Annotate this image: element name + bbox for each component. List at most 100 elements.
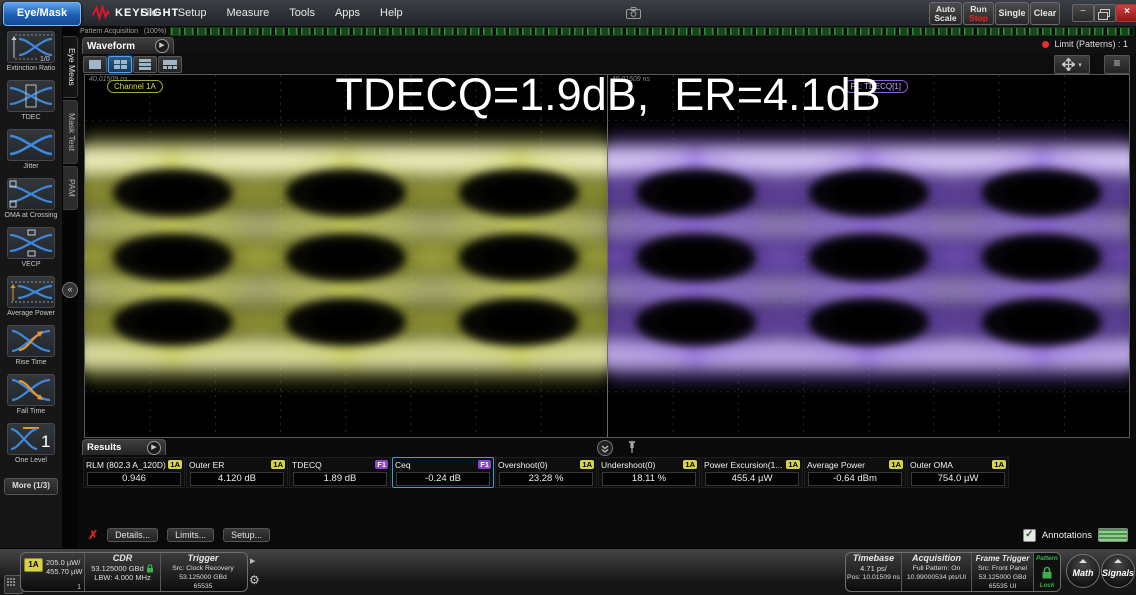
- result-outer-er[interactable]: Outer ER1A 4.120 dB: [186, 457, 288, 488]
- rise-time-icon: [7, 325, 55, 357]
- signals-label: Signals: [1102, 568, 1134, 578]
- eye-panel-f1-tdecq[interactable]: 40.01509 ns F1: TDECQ[1]: [607, 75, 1130, 437]
- sidebar-item-jitter[interactable]: Jitter: [2, 129, 60, 171]
- trigger-source: Src: Clock Recovery: [172, 564, 234, 573]
- limit-status-dot: [1042, 41, 1049, 48]
- acquisition-section[interactable]: Acquisition Full Pattern: On 10.99000534…: [902, 553, 972, 591]
- sidebar-collapse-button[interactable]: «: [62, 282, 78, 298]
- tab-pam[interactable]: PAM: [63, 166, 78, 210]
- result-overshoot[interactable]: Overshoot(0)1A 23.28 %: [495, 457, 597, 488]
- pattern-acquisition-label: Pattern Acquisition (100%): [80, 28, 166, 35]
- setup-button[interactable]: Setup...: [223, 528, 270, 542]
- result-tdecq[interactable]: TDECQF1 1.89 dB: [289, 457, 391, 488]
- trigger-section[interactable]: Trigger Src: Clock Recovery 53.125000 GB…: [161, 553, 245, 591]
- mode-tab-eye-mask[interactable]: Eye/Mask: [3, 2, 81, 26]
- source-badge: 1A: [683, 460, 697, 469]
- result-name: RLM (802.3 A_120D): [86, 460, 166, 470]
- sidebar-label: VECP: [2, 261, 60, 269]
- result-ceq[interactable]: CeqF1 -0.24 dB: [392, 457, 494, 488]
- vecp-icon: [7, 227, 55, 259]
- tab-eye-meas[interactable]: Eye Meas: [63, 36, 78, 98]
- menu-measure[interactable]: Measure: [226, 7, 269, 19]
- more-measurements-button[interactable]: More (1/3): [4, 478, 58, 495]
- result-name: Outer OMA: [910, 460, 953, 470]
- sidebar-item-average-power[interactable]: Average Power: [2, 276, 60, 318]
- remove-measurement-icon[interactable]: ✗: [88, 528, 98, 542]
- source-badge: 1A: [889, 460, 903, 469]
- frame-trigger-section[interactable]: Frame Trigger Src: Front Panel 53.125000…: [972, 553, 1034, 591]
- measurement-sidebar: 1/0 Extinction Ratio TDEC Jitter OMA at …: [0, 26, 62, 548]
- limits-button[interactable]: Limits...: [167, 528, 214, 542]
- channel-cdr-trigger-panel: 1A 205.0 µW/ 455.70 µW 1 CDR 53.125000 G…: [20, 552, 248, 592]
- pattern-lock-top-label: Pattern: [1036, 555, 1058, 562]
- result-power-excursion[interactable]: Power Excursion(1...1A 455.4 µW: [701, 457, 803, 488]
- measurement-results-row: RLM (802.3 A_120D)1A 0.946 Outer ER1A 4.…: [83, 457, 1131, 488]
- purple-eye-diagram: [608, 75, 1130, 437]
- eye-diagram-display: 40.01509 ns Channel 1A 40.01509 ns F1: T…: [84, 74, 1130, 438]
- close-button[interactable]: ×: [1116, 4, 1136, 22]
- minimize-button[interactable]: −: [1072, 4, 1094, 22]
- math-button[interactable]: Math: [1066, 554, 1100, 588]
- sidebar-item-rise-time[interactable]: Rise Time: [2, 325, 60, 367]
- settings-gear-icon[interactable]: ⚙: [249, 573, 260, 587]
- menu-tools[interactable]: Tools: [289, 7, 315, 19]
- camera-icon[interactable]: [626, 6, 641, 24]
- result-average-power[interactable]: Average Power1A -0.64 dBm: [804, 457, 906, 488]
- menu-setup[interactable]: Setup: [178, 7, 207, 19]
- result-undershoot[interactable]: Undershoot(0)1A 18.11 %: [598, 457, 700, 488]
- tdec-icon: [7, 80, 55, 112]
- restore-button[interactable]: [1094, 4, 1116, 22]
- source-badge: 1A: [580, 460, 594, 469]
- menu-file[interactable]: File: [140, 7, 158, 19]
- sidebar-label: Average Power: [2, 310, 60, 318]
- extinction-ratio-icon: 1/0: [7, 31, 55, 63]
- sidebar-item-extinction-ratio[interactable]: 1/0 Extinction Ratio: [2, 31, 60, 73]
- annotations-checkbox[interactable]: ✓: [1023, 529, 1036, 542]
- channel-badge: 1A: [24, 558, 43, 572]
- results-tab[interactable]: Results ▶: [82, 439, 166, 455]
- result-name: Outer ER: [189, 460, 224, 470]
- sidebar-label: TDEC: [2, 114, 60, 122]
- timebase-section[interactable]: Timebase 4.71 ps/ Pos: 10.01509 ns: [846, 553, 902, 591]
- acquisition-points: 10.99000534 pts/UI: [907, 573, 966, 582]
- result-rlm[interactable]: RLM (802.3 A_120D)1A 0.946: [83, 457, 185, 488]
- result-outer-oma[interactable]: Outer OMA1A 754.0 µW: [907, 457, 1009, 488]
- menu-help[interactable]: Help: [380, 7, 403, 19]
- chevron-up-icon: [1114, 559, 1122, 563]
- results-collapse-button[interactable]: [597, 440, 613, 456]
- clear-button[interactable]: Clear: [1030, 2, 1060, 25]
- sidebar-item-oma-at-crossing[interactable]: OMA at Crossing: [2, 178, 60, 220]
- channel-section[interactable]: 1A 205.0 µW/ 455.70 µW 1: [21, 553, 85, 591]
- menu-apps[interactable]: Apps: [335, 7, 360, 19]
- annotation-color-button[interactable]: [1098, 528, 1128, 542]
- panel-next-arrow[interactable]: ▶: [250, 557, 255, 565]
- tab-mask-test[interactable]: Mask Test: [63, 100, 78, 164]
- waveform-tab[interactable]: Waveform ▶: [82, 37, 174, 54]
- sidebar-item-vecp[interactable]: VECP: [2, 227, 60, 269]
- sidebar-item-tdec[interactable]: TDEC: [2, 80, 60, 122]
- play-icon[interactable]: ▶: [147, 441, 161, 455]
- double-chevron-down-icon: [600, 444, 610, 454]
- result-value: -0.24 dB: [396, 472, 490, 486]
- signals-button[interactable]: Signals: [1101, 554, 1135, 588]
- source-badge: 1A: [992, 460, 1006, 469]
- play-icon[interactable]: ▶: [155, 39, 169, 53]
- sidebar-item-fall-time[interactable]: Fall Time: [2, 374, 60, 416]
- sidebar-item-one-level[interactable]: 1 One Level: [2, 423, 60, 465]
- result-value: 4.120 dB: [190, 472, 284, 486]
- single-button[interactable]: Single: [995, 2, 1029, 25]
- frame-trigger-title: Frame Trigger: [976, 553, 1030, 564]
- trigger-pattern-length: 65535: [194, 582, 213, 591]
- auto-scale-button[interactable]: Auto Scale: [929, 2, 962, 25]
- lock-icon: [146, 564, 154, 573]
- sidebar-label: Rise Time: [2, 359, 60, 367]
- result-value: 0.946: [87, 472, 181, 486]
- pin-panel-button[interactable]: [627, 440, 637, 454]
- sidebar-label: One Level: [2, 457, 60, 465]
- dropdown-icon: ▾: [1078, 61, 1082, 69]
- main-area: Pattern Acquisition (100%) Waveform ▶ Li…: [78, 26, 1136, 548]
- run-stop-button[interactable]: Run Stop: [963, 2, 994, 25]
- cdr-section[interactable]: CDR 53.125000 GBd LBW: 4.000 MHz: [85, 553, 161, 591]
- details-button[interactable]: Details...: [107, 528, 158, 542]
- eye-panel-channel-1a[interactable]: 40.01509 ns Channel 1A: [85, 75, 607, 437]
